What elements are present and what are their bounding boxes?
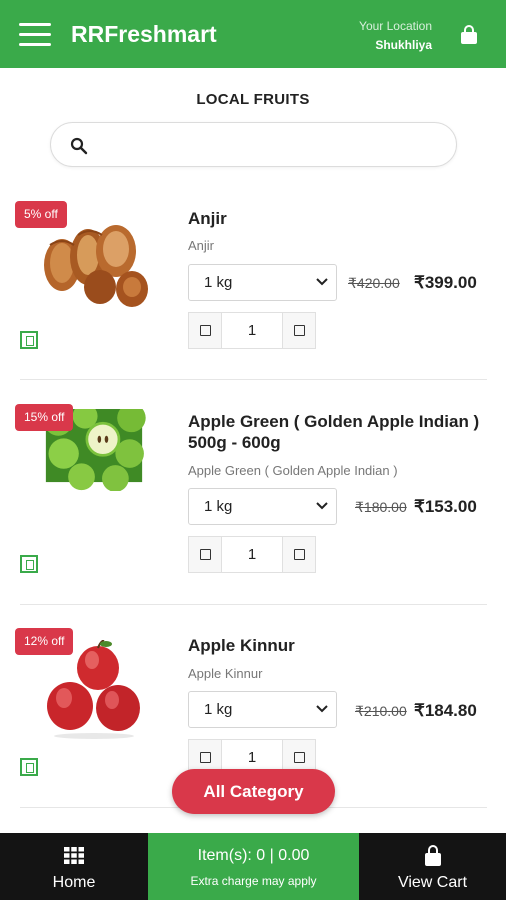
brand-title: RRFreshmart — [71, 21, 217, 47]
quantity-stepper: 1 — [188, 312, 316, 349]
product-subtitle: Apple Kinnur — [188, 666, 263, 681]
location-value[interactable]: Shukhliya — [375, 38, 432, 52]
quantity-stepper: 1 — [188, 536, 316, 573]
chevron-down-icon — [316, 705, 328, 713]
menu-icon[interactable] — [19, 23, 51, 47]
quantity-value[interactable]: 1 — [222, 749, 282, 766]
product-image[interactable] — [40, 640, 148, 740]
product-card[interactable]: 5% off Anjir Anjir 1 kg ₹420.00 ₹399.00 … — [0, 201, 506, 416]
cart-summary[interactable]: Item(s): 0 | 0.00 Extra charge may apply — [148, 833, 359, 900]
quantity-value[interactable]: 1 — [222, 322, 282, 339]
product-image[interactable] — [40, 215, 148, 307]
discount-badge: 5% off — [15, 201, 67, 228]
unit-select[interactable]: 1 kg — [188, 264, 337, 301]
search-icon — [70, 137, 88, 155]
product-name[interactable]: Apple Green ( Golden Apple Indian ) 500g… — [188, 411, 493, 453]
sale-price: ₹399.00 — [414, 273, 477, 292]
unit-select-value: 1 kg — [204, 701, 233, 718]
search-bar[interactable] — [50, 122, 457, 167]
chevron-down-icon — [316, 278, 328, 286]
quantity-value[interactable]: 1 — [222, 546, 282, 563]
veg-mark-icon — [20, 758, 38, 776]
home-label: Home — [52, 874, 96, 891]
unit-select[interactable]: 1 kg — [188, 691, 337, 728]
discount-badge: 12% off — [15, 628, 74, 655]
location-label: Your Location — [359, 19, 432, 33]
decrement-button[interactable] — [189, 537, 222, 572]
unit-select[interactable]: 1 kg — [188, 488, 337, 525]
divider — [20, 379, 487, 380]
home-tab[interactable]: Home — [0, 833, 148, 900]
product-subtitle: Apple Green ( Golden Apple Indian ) — [188, 463, 398, 478]
original-price: ₹180.00 — [355, 499, 407, 515]
app-header: RRFreshmart Your Location Shukhliya — [0, 0, 506, 68]
unit-select-value: 1 kg — [204, 498, 233, 515]
search-input[interactable] — [97, 131, 437, 159]
cart-items-summary: Item(s): 0 | 0.00 — [197, 847, 310, 864]
sale-price: ₹184.80 — [414, 701, 477, 720]
original-price: ₹210.00 — [355, 703, 407, 719]
product-card[interactable]: 15% off Apple Green ( Golden Apple India… — [0, 404, 506, 619]
view-cart-label: View Cart — [397, 874, 468, 891]
chevron-down-icon — [316, 502, 328, 510]
all-category-button[interactable]: All Category — [172, 769, 335, 814]
shopping-bag-icon — [425, 845, 441, 866]
extra-charge-note: Extra charge may apply — [190, 874, 317, 888]
discount-badge: 15% off — [15, 404, 74, 431]
page-title: LOCAL FRUITS — [196, 91, 310, 108]
veg-mark-icon — [20, 331, 38, 349]
increment-button[interactable] — [282, 313, 315, 348]
veg-mark-icon — [20, 555, 38, 573]
bottom-bar: Home Item(s): 0 | 0.00 Extra charge may … — [0, 833, 506, 900]
grid-icon — [64, 847, 84, 864]
product-name[interactable]: Anjir — [188, 208, 493, 229]
sale-price: ₹153.00 — [414, 497, 477, 516]
unit-select-value: 1 kg — [204, 274, 233, 291]
product-subtitle: Anjir — [188, 238, 215, 253]
increment-button[interactable] — [282, 537, 315, 572]
divider — [20, 604, 487, 605]
decrement-button[interactable] — [189, 313, 222, 348]
shopping-bag-icon[interactable] — [459, 25, 479, 45]
original-price: ₹420.00 — [348, 275, 400, 291]
product-name[interactable]: Apple Kinnur — [188, 635, 493, 656]
view-cart-tab[interactable]: View Cart — [359, 833, 506, 900]
